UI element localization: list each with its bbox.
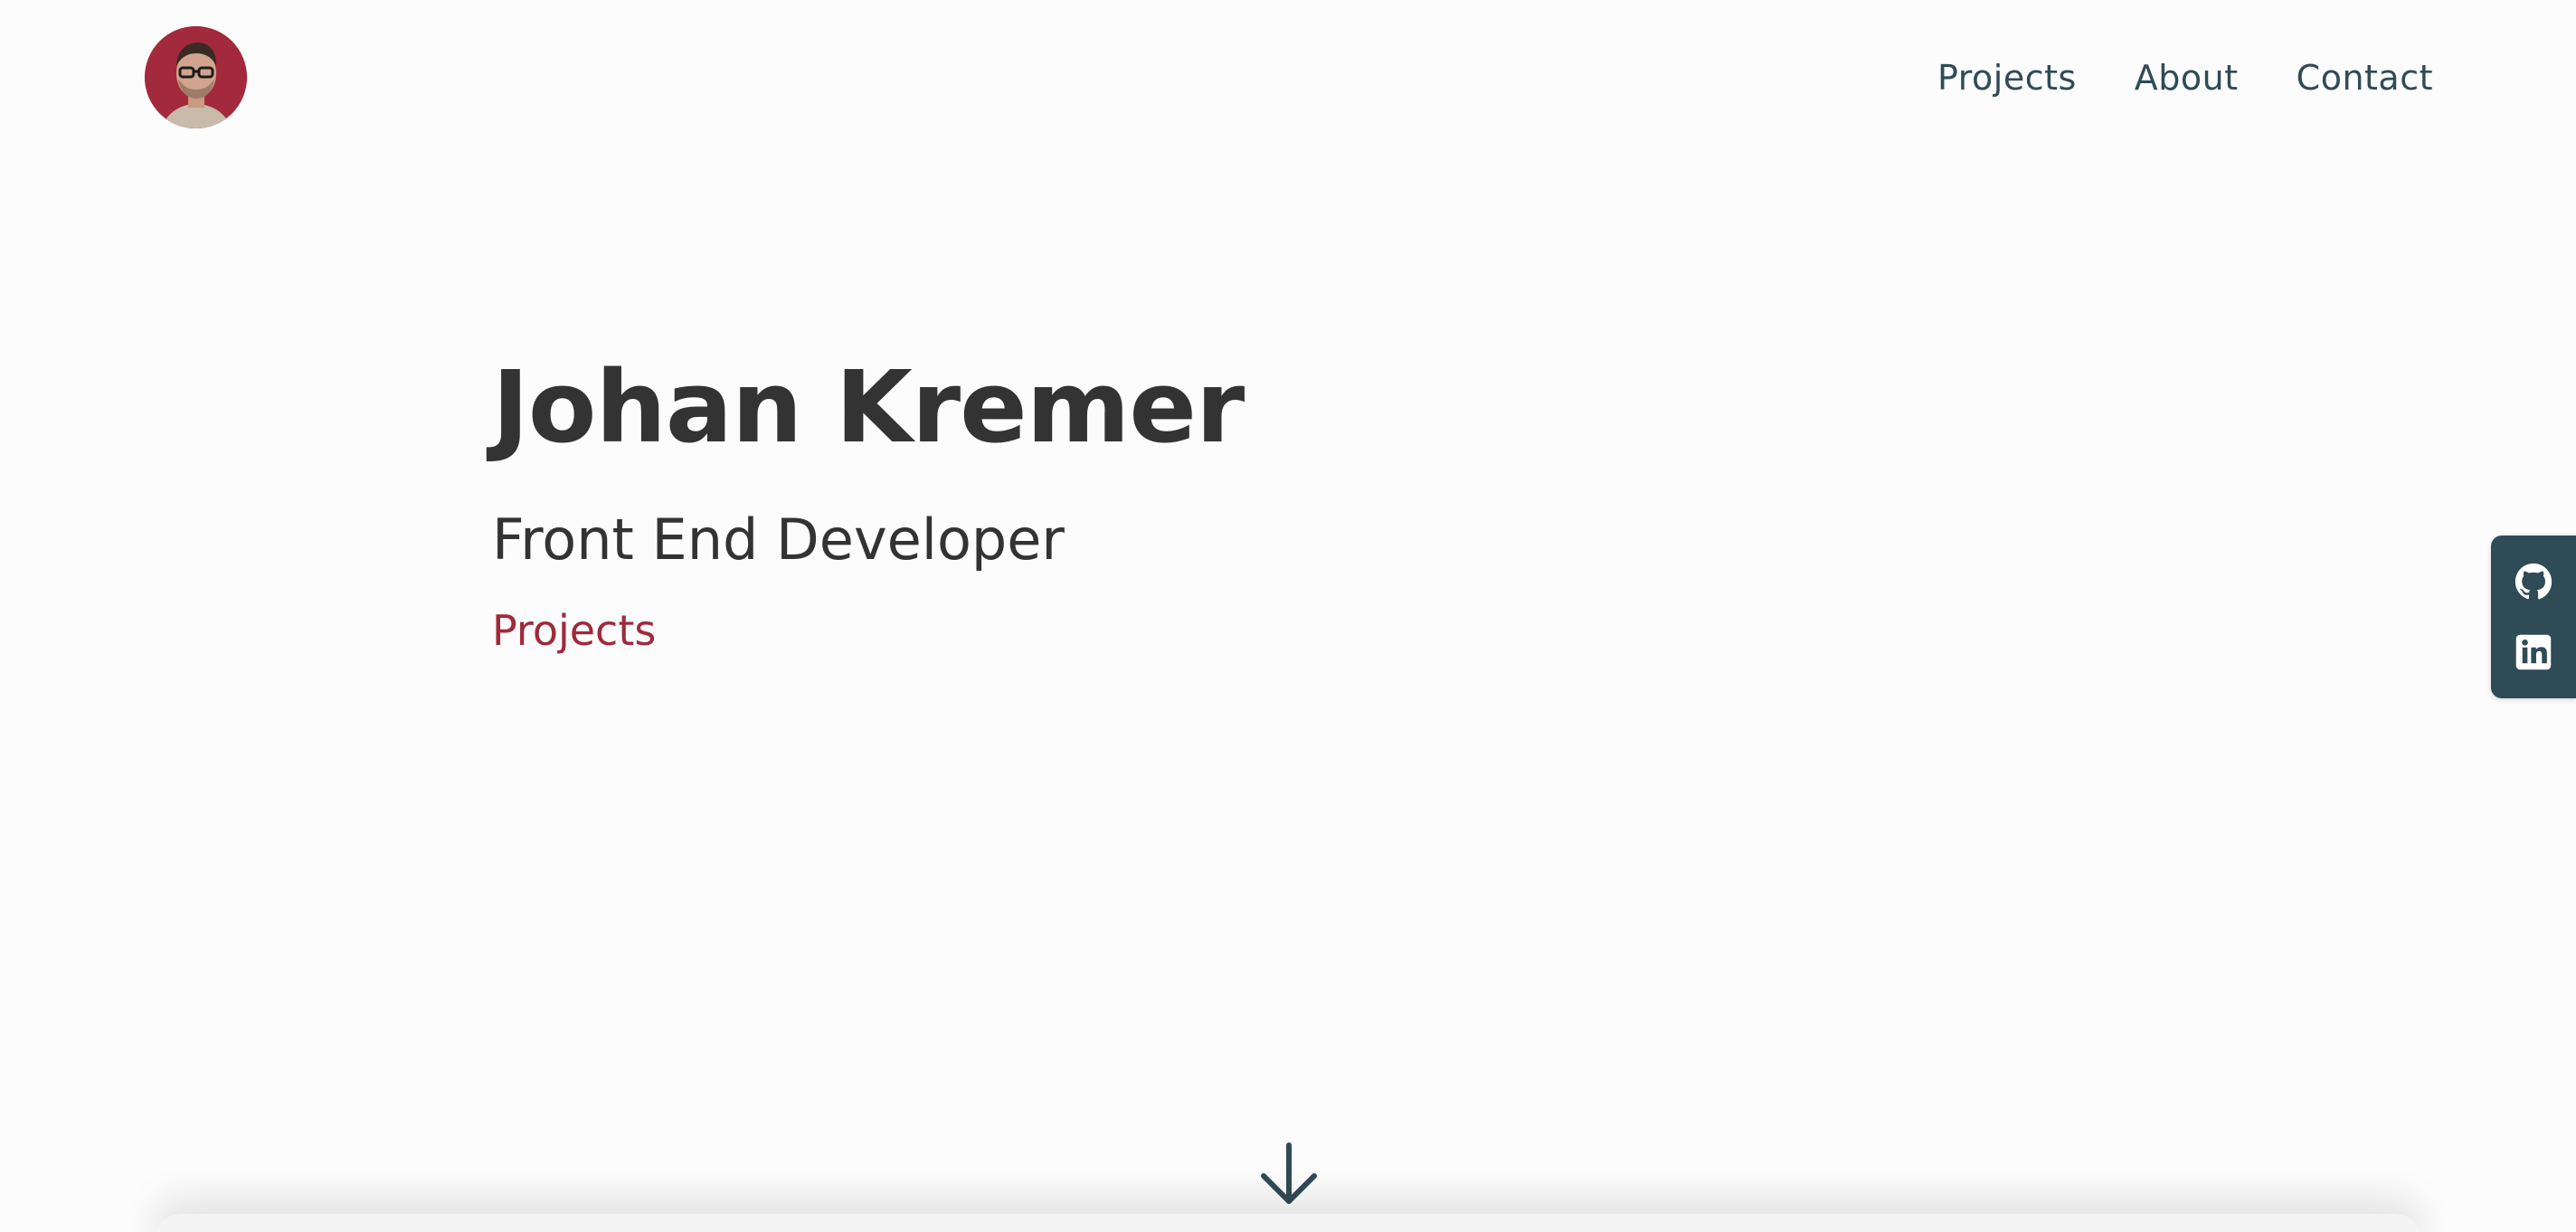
social-sidebar (2491, 535, 2576, 698)
hero-projects-link[interactable]: Projects (492, 602, 656, 659)
nav-contact[interactable]: Contact (2297, 52, 2433, 103)
page: Projects About Contact Johan Kremer Fron… (0, 0, 2576, 1232)
avatar[interactable] (145, 26, 247, 128)
linkedin-icon[interactable] (2514, 633, 2552, 671)
github-icon[interactable] (2514, 563, 2552, 601)
nav-about[interactable]: About (2135, 52, 2239, 103)
nav-projects[interactable]: Projects (1937, 52, 2077, 103)
arrow-down-icon[interactable] (1258, 1142, 1320, 1207)
avatar-portrait (145, 26, 247, 128)
hero-name: Johan Kremer (492, 349, 1245, 465)
main-nav: Projects About Contact (1937, 52, 2433, 103)
next-section-edge (154, 1214, 2422, 1232)
hero-section: Johan Kremer Front End Developer Project… (492, 348, 1245, 659)
hero-role: Front End Developer (492, 507, 1065, 573)
